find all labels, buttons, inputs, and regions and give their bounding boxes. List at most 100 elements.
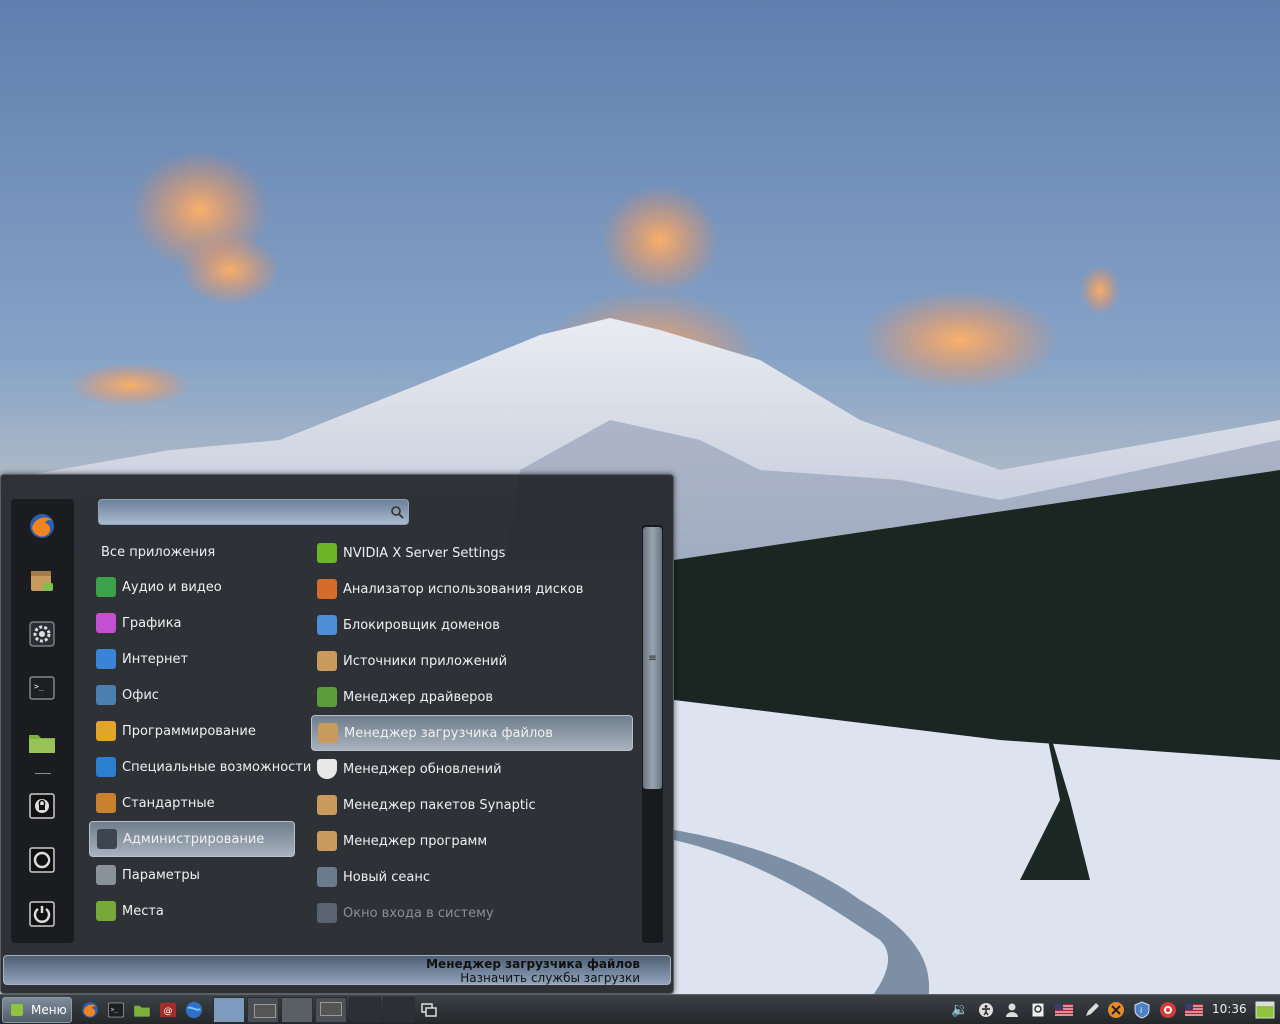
lock-screen-icon[interactable] — [27, 791, 57, 821]
category-label: Аудио и видео — [122, 579, 222, 595]
app-label: Менеджер пакетов Synaptic — [343, 797, 536, 813]
synaptic-icon — [317, 795, 337, 815]
favorites-sidebar: >_ — [11, 499, 74, 943]
category-item[interactable]: Места — [89, 893, 295, 929]
app-label: Менеджер программ — [343, 833, 488, 849]
pen-icon[interactable] — [1082, 1000, 1102, 1020]
app-label: Блокировщик доменов — [343, 617, 500, 633]
category-label: Специальные возможности — [122, 759, 312, 775]
app-item[interactable]: Окно входа в систему — [311, 895, 633, 931]
terminal-icon[interactable]: >_ — [27, 673, 57, 703]
show-desktop-icon[interactable] — [419, 1000, 439, 1020]
app-label: Менеджер обновлений — [343, 761, 502, 777]
settings-icon — [96, 865, 116, 885]
clock[interactable]: 10:36 — [1212, 1002, 1247, 1016]
all-applications-category[interactable]: Все приложения — [101, 545, 215, 560]
category-label: Офис — [122, 687, 159, 703]
workspace-3[interactable] — [281, 997, 313, 1023]
search-box[interactable] — [98, 499, 409, 525]
category-item[interactable]: Интернет — [89, 641, 295, 677]
boot-manager-icon — [318, 723, 338, 743]
software-sources-icon — [317, 651, 337, 671]
system-settings-icon[interactable] — [27, 619, 57, 649]
app-item[interactable]: Новый сеанс — [311, 859, 633, 895]
category-item[interactable]: Графика — [89, 605, 295, 641]
app-item[interactable]: Анализатор использования дисков — [311, 571, 633, 607]
software-manager-icon — [317, 831, 337, 851]
app-label: Источники приложений — [343, 653, 508, 669]
category-item[interactable]: Параметры — [89, 857, 295, 893]
category-item[interactable]: Специальные возможности — [89, 749, 311, 785]
app-label: Менеджер загрузчика файлов — [344, 725, 553, 741]
app-item[interactable]: Менеджер обновлений — [311, 751, 633, 787]
shield-icon[interactable]: i — [1132, 1000, 1152, 1020]
internet-icon — [96, 649, 116, 669]
category-item[interactable]: Офис — [89, 677, 295, 713]
app-label: Анализатор использования дисков — [343, 581, 584, 597]
workspace-2[interactable] — [247, 997, 279, 1023]
show-desktop-corner-icon[interactable] — [1254, 1000, 1276, 1020]
bottom-panel: Меню >_ @ 🔉 i 10:36 — [0, 994, 1280, 1024]
logout-icon[interactable] — [27, 845, 57, 875]
category-item[interactable]: Программирование — [89, 713, 295, 749]
workspace-4[interactable] — [315, 997, 347, 1023]
apps-scrollbar[interactable]: ≡ — [642, 525, 663, 943]
shield-icon — [317, 759, 337, 779]
mail-launcher-icon[interactable]: @ — [158, 1000, 178, 1020]
workspace-1[interactable] — [213, 997, 245, 1023]
domain-blocker-icon — [317, 615, 337, 635]
user-icon[interactable] — [1002, 1000, 1022, 1020]
flag-us-icon[interactable] — [1054, 1000, 1074, 1020]
app-item[interactable]: Менеджер программ — [311, 823, 633, 859]
application-menu: >_ Все приложения Аудио и видео Графика Ин… — [0, 474, 674, 994]
scrollbar-thumb[interactable]: ≡ — [643, 527, 662, 789]
files-launcher-icon[interactable] — [132, 1000, 152, 1020]
category-label: Администрирование — [123, 831, 265, 847]
category-item[interactable]: Стандартные — [89, 785, 295, 821]
help-icon[interactable] — [1158, 1000, 1178, 1020]
app-item[interactable]: Менеджер пакетов Synaptic — [311, 787, 633, 823]
files-folder-icon[interactable] — [27, 727, 57, 757]
workspace-5[interactable] — [349, 997, 381, 1023]
app-item[interactable]: Блокировщик доменов — [311, 607, 633, 643]
shutdown-icon[interactable] — [27, 899, 57, 929]
firefox-icon[interactable] — [27, 511, 57, 541]
workspace-6[interactable] — [383, 997, 415, 1023]
category-item[interactable]: Аудио и видео — [89, 569, 295, 605]
app-item[interactable]: Источники приложений — [311, 643, 633, 679]
software-manager-icon[interactable] — [27, 565, 57, 595]
folder-icon — [96, 901, 116, 921]
close-circle-icon[interactable] — [1106, 1000, 1126, 1020]
notes-icon[interactable] — [1028, 1000, 1048, 1020]
app-item[interactable]: Менеджер драйверов — [311, 679, 633, 715]
new-session-icon — [317, 867, 337, 887]
category-label: Параметры — [122, 867, 200, 883]
accessibility-icon[interactable] — [976, 1000, 996, 1020]
keyboard-layout-icon[interactable] — [1184, 1000, 1204, 1020]
category-label: Интернет — [122, 651, 189, 667]
login-window-icon — [317, 903, 337, 923]
app-item[interactable]: NVIDIA X Server Settings — [311, 535, 633, 571]
search-icon — [386, 501, 408, 523]
disk-usage-icon — [317, 579, 337, 599]
category-label: Программирование — [122, 723, 256, 739]
category-item[interactable]: Администрирование — [89, 821, 295, 857]
mint-logo-icon — [11, 1004, 23, 1016]
volume-icon[interactable]: 🔉 — [950, 1000, 970, 1020]
app-item[interactable]: Менеджер загрузчика файлов — [311, 715, 633, 751]
svg-text:@: @ — [164, 1007, 173, 1017]
app-label: NVIDIA X Server Settings — [343, 545, 506, 561]
search-input[interactable] — [105, 501, 386, 523]
programming-icon — [96, 721, 116, 741]
nvidia-icon — [317, 543, 337, 563]
browser-launcher-icon[interactable] — [184, 1000, 204, 1020]
firefox-launcher-icon[interactable] — [80, 1000, 100, 1020]
favorites-separator — [35, 773, 51, 774]
category-label: Стандартные — [122, 795, 215, 811]
app-description-bar: Менеджер загрузчика файлов Назначить слу… — [3, 955, 671, 985]
svg-text:>_: >_ — [111, 1007, 118, 1013]
accessibility-icon — [96, 757, 116, 777]
terminal-launcher-icon[interactable]: >_ — [106, 1000, 126, 1020]
menu-button[interactable]: Меню — [2, 997, 72, 1023]
app-description-subtitle: Назначить службы загрузки — [460, 971, 640, 985]
